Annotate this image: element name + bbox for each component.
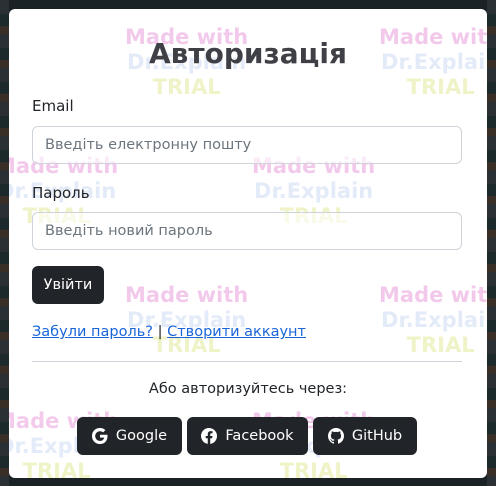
watermark: Made withDr.ExplainTRIAL xyxy=(125,283,249,357)
page-title: Авторизація xyxy=(148,37,347,70)
facebook-login-button[interactable]: Facebook xyxy=(187,417,308,455)
account-links: Забули пароль? | Створити аккаунт xyxy=(32,324,306,340)
email-label: Email xyxy=(32,97,74,115)
password-field[interactable] xyxy=(32,212,462,250)
link-separator: | xyxy=(157,324,163,340)
facebook-icon xyxy=(201,428,218,444)
login-button[interactable]: Увійти xyxy=(32,266,104,304)
watermark: Made withDr.ExplainTRIAL xyxy=(379,283,487,357)
email-field[interactable] xyxy=(32,126,462,164)
github-label: GitHub xyxy=(351,428,403,444)
github-icon xyxy=(327,428,344,444)
forgot-password-link[interactable]: Забули пароль? xyxy=(32,324,153,340)
login-card: Made withDr.ExplainTRIAL Made withDr.Exp… xyxy=(9,9,487,478)
google-label: Google xyxy=(115,428,168,444)
github-login-button[interactable]: GitHub xyxy=(313,417,417,455)
facebook-label: Facebook xyxy=(225,428,294,444)
create-account-link[interactable]: Створити аккаунт xyxy=(167,324,306,340)
alt-login-text: Або авторизуйтесь через: xyxy=(148,381,348,397)
google-login-button[interactable]: Google xyxy=(77,417,182,455)
google-icon xyxy=(91,428,108,444)
divider xyxy=(32,361,462,362)
password-label: Пароль xyxy=(32,184,90,202)
background-right xyxy=(487,0,496,486)
background-left xyxy=(0,0,9,486)
